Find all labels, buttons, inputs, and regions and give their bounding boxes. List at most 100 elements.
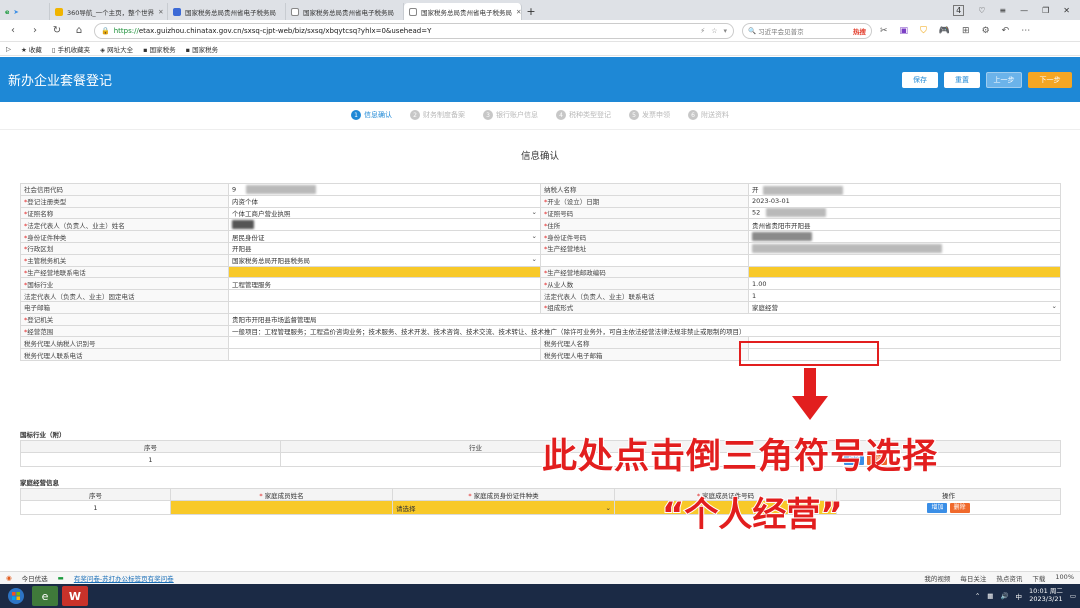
step-5[interactable]: 5 发票申领 (629, 108, 670, 122)
more-icon[interactable]: ⋯ (1021, 26, 1030, 36)
chevron-down-icon[interactable]: ⌄ (532, 208, 537, 216)
reg-authority-label: *登记机关 (20, 312, 229, 326)
redacted-block (752, 243, 942, 253)
save-button[interactable]: 保存 (902, 71, 938, 88)
bookmark-item[interactable]: ▯ 手机收藏夹 (52, 44, 90, 54)
bookmark-item[interactable]: ▪ 国家税务 (143, 44, 175, 54)
minimize-button[interactable]: — (1020, 6, 1028, 15)
chevron-down-icon[interactable]: ⌄ (532, 255, 537, 263)
legal-landline-input[interactable] (228, 289, 541, 302)
agent-email-label: 税务代理人电子邮箱 (540, 348, 749, 361)
network-icon[interactable]: ▦ (987, 592, 993, 600)
refresh-icon[interactable]: ↻ (50, 25, 64, 36)
my-video-link[interactable]: 我的视频 (924, 573, 950, 583)
status-left-label[interactable]: 今日优选 (22, 573, 48, 583)
delete-family-button[interactable]: 删除 (949, 502, 970, 513)
step-4[interactable]: 4 税种类型登记 (556, 108, 611, 122)
legal-mobile-value[interactable]: 1 (748, 289, 1061, 302)
search-placeholder: 习近平会见普京 (758, 27, 804, 36)
browser-tab-4[interactable]: 国家税务总局贵州省电子税务局 ✕ (404, 3, 522, 20)
step-number: 4 (556, 110, 566, 120)
browser-tab-2[interactable]: 国家税务总局贵州省电子税务局 (168, 3, 286, 20)
new-tab-button[interactable]: + (522, 3, 540, 20)
skin-icon[interactable]: ♡ (978, 6, 985, 15)
email-input[interactable] (228, 300, 541, 314)
browser-tab-1[interactable]: e ➤ (0, 3, 50, 20)
bookmark-item[interactable]: ★ 收藏 (21, 44, 42, 54)
family-id-type-select[interactable]: 请选择 ⌄ (392, 500, 615, 515)
address-bar[interactable]: 🔒 https:// etax.guizhou.chinatax.gov.cn/… (94, 22, 734, 39)
tab-close-icon[interactable]: ✕ (516, 8, 521, 16)
volume-icon[interactable]: 🔊 (1000, 592, 1008, 600)
notification-icon[interactable]: ▭ (1070, 592, 1076, 600)
menu-icon[interactable]: ≡ (999, 6, 1006, 15)
open-date-label: *开业（设立）日期 (540, 194, 749, 208)
browser-taskbar-icon[interactable]: e (32, 586, 58, 606)
tab-close-icon[interactable]: ✕ (158, 8, 163, 16)
chevron-down-icon[interactable]: ⌄ (532, 232, 537, 240)
start-button[interactable] (4, 586, 28, 606)
clock[interactable]: 10:01 周二 2023/3/21 (1029, 587, 1063, 604)
window-count-badge[interactable]: 4 (953, 4, 965, 16)
table-row: 电子邮箱 *组成形式 家庭经营 ⌄ (20, 300, 1061, 314)
search-box[interactable]: 🔍 习近平会见普京 热搜 (742, 22, 872, 39)
composition-select[interactable]: 家庭经营 ⌄ (748, 300, 1061, 314)
agent-phone-input[interactable] (228, 348, 541, 361)
bookmark-item[interactable]: ◈ 网址大全 (100, 44, 133, 54)
step-6[interactable]: 6 附送资料 (688, 108, 729, 122)
chevron-down-icon[interactable]: ⌄ (1052, 302, 1057, 310)
credit-code-value: 9 (228, 183, 541, 196)
agent-id-input[interactable] (228, 336, 541, 350)
step-3[interactable]: 3 银行账户信息 (483, 108, 538, 122)
step-2[interactable]: 2 财务制度备案 (410, 108, 465, 122)
extension-icon[interactable]: ▣ (900, 26, 909, 36)
bookmarks-toggle-icon[interactable]: ▷ (6, 45, 11, 53)
chevron-down-icon[interactable]: ⌄ (606, 504, 611, 512)
reset-button[interactable]: 重置 (944, 71, 980, 88)
undo-icon[interactable]: ↶ (1002, 26, 1010, 36)
ime-icon[interactable]: 中 (1016, 591, 1023, 601)
bookmark-star-icon[interactable]: ☆ (711, 27, 717, 35)
forward-icon[interactable]: › (28, 25, 42, 36)
table-row: *登记注册类型 内资个体 *开业（设立）日期 2023-03-01 (20, 194, 1061, 208)
tab-favicon-icon (409, 7, 417, 16)
game-icon[interactable]: 🎮 (939, 26, 950, 36)
add-family-button[interactable]: 增加 (927, 502, 948, 513)
daily-focus-link[interactable]: 每日关注 (960, 573, 986, 583)
home-icon[interactable]: ⌂ (72, 25, 86, 36)
browser-tab-3[interactable]: 国家税务总局贵州省电子税务局 (286, 3, 404, 20)
address-dropdown-icon[interactable]: ▾ (723, 27, 727, 35)
hot-search-badge[interactable]: 热搜 (853, 26, 866, 36)
family-name-input[interactable] (170, 500, 393, 515)
recommend-icon[interactable]: ◉ (6, 574, 12, 582)
news-link[interactable]: 有奖问卷-苏打办公标签页有奖问卷 (74, 573, 174, 583)
browser-tab-1[interactable]: 360导航_一个主页，整个世界 ✕ (50, 3, 168, 20)
step-1[interactable]: 1 信息确认 (351, 108, 392, 122)
apps-grid-icon[interactable]: ⊞ (962, 26, 970, 36)
compat-mode-icon[interactable]: ⚡ (700, 27, 705, 35)
back-icon[interactable]: ‹ (6, 25, 20, 36)
prev-step-button[interactable]: 上一步 (986, 71, 1022, 88)
biz-postcode-input[interactable] (748, 265, 1061, 279)
id-type-select[interactable]: 居民身份证 ⌄ (228, 230, 541, 243)
tax-authority-select[interactable]: 国家税务总局开阳县税务局 ⌄ (228, 253, 541, 267)
wps-taskbar-icon[interactable]: W (62, 586, 88, 606)
close-window-button[interactable]: ✕ (1063, 6, 1070, 15)
next-step-button[interactable]: 下一步 (1028, 71, 1072, 88)
settings-icon[interactable]: ⚙ (982, 26, 990, 36)
scissors-icon[interactable]: ✂ (880, 26, 888, 36)
download-link[interactable]: 下载 (1032, 573, 1045, 583)
employees-input[interactable]: 1.00 (748, 277, 1061, 291)
zoom-level[interactable]: 100% (1055, 573, 1074, 583)
family-table: 序号 * 家庭成员姓名 * 家庭成员身份证件种类 * 家庭成员证件号码 操作 1… (20, 488, 1061, 515)
agent-id-label: 税务代理人纳税人识别号 (20, 336, 229, 350)
back-shortcut-icon[interactable]: ➤ (13, 8, 18, 16)
tray-up-icon[interactable]: ⌃ (975, 592, 980, 600)
step-number: 3 (483, 110, 493, 120)
bookmark-item[interactable]: ▪ 国家税务 (186, 44, 218, 54)
biz-phone-input[interactable] (228, 265, 541, 279)
shield-icon[interactable]: ⛉ (920, 26, 927, 36)
cert-name-select[interactable]: 个体工商户营业执照 ⌄ (228, 206, 541, 220)
hot-news-link[interactable]: 热点资讯 (996, 573, 1022, 583)
maximize-button[interactable]: ❐ (1042, 6, 1049, 15)
